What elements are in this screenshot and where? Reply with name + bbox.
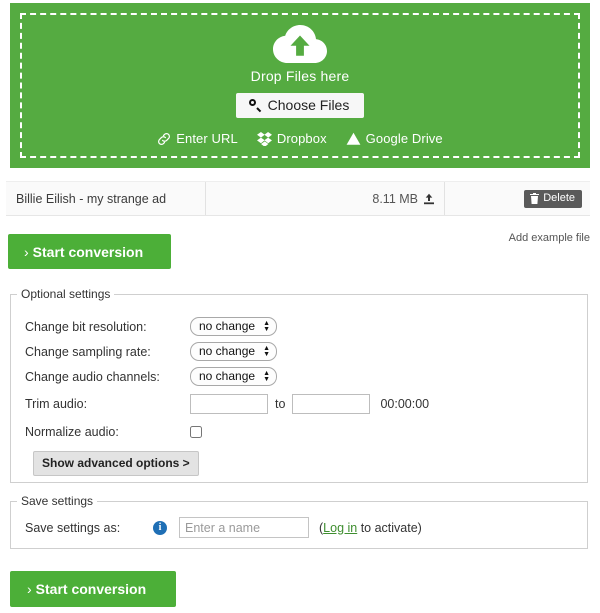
start-conversion-label-top: Start conversion <box>33 244 143 260</box>
file-size-cell: 8.11 MB <box>206 182 445 215</box>
dropbox-icon <box>257 132 272 146</box>
google-drive-link[interactable]: Google Drive <box>346 131 443 146</box>
start-conversion-label-bottom: Start conversion <box>36 581 146 597</box>
file-name-cell[interactable]: Billie Eilish - my strange ad <box>6 182 206 215</box>
login-hint: (Log in to activate) <box>319 521 422 535</box>
delete-button[interactable]: Delete <box>524 190 582 208</box>
start-conversion-button-bottom[interactable]: ›Start conversion <box>10 571 176 607</box>
audio-channels-select[interactable]: no change <box>190 367 277 386</box>
login-hint-suffix: to activate) <box>357 521 422 535</box>
choose-files-button[interactable]: Choose Files <box>236 93 365 118</box>
info-icon[interactable]: i <box>153 521 167 535</box>
trim-duration-value: 00:00:00 <box>380 397 429 411</box>
start-conversion-button-top[interactable]: ›Start conversion <box>8 234 171 269</box>
save-settings-panel: Save settings Save settings as: i (Log i… <box>10 494 588 549</box>
show-advanced-options-button[interactable]: Show advanced options > <box>33 451 199 476</box>
file-name: Billie Eilish - my strange ad <box>16 192 166 206</box>
bit-resolution-select[interactable]: no change <box>190 317 277 336</box>
source-links-group: Enter URL Dropbox Google Drive <box>157 131 443 146</box>
trash-icon <box>530 193 539 204</box>
bit-resolution-label: Change bit resolution: <box>25 320 190 334</box>
chevron-right-icon: › <box>27 581 32 597</box>
trim-audio-row: Trim audio: to 00:00:00 <box>25 389 587 419</box>
trim-to-label: to <box>275 397 285 411</box>
link-icon <box>157 132 171 146</box>
trim-end-input[interactable] <box>292 394 370 414</box>
normalize-audio-label: Normalize audio: <box>25 425 190 439</box>
dropbox-label: Dropbox <box>277 131 327 146</box>
normalize-audio-row: Normalize audio: <box>25 419 587 445</box>
optional-settings-panel: Optional settings Change bit resolution:… <box>10 287 588 483</box>
sampling-rate-select[interactable]: no change <box>190 342 277 361</box>
bit-resolution-row: Change bit resolution: no change ▲▼ <box>25 314 587 339</box>
upload-icon <box>423 193 435 205</box>
drop-files-label: Drop Files here <box>251 68 350 84</box>
dropbox-link[interactable]: Dropbox <box>257 131 327 146</box>
sampling-rate-label: Change sampling rate: <box>25 345 190 359</box>
google-drive-label: Google Drive <box>366 131 443 146</box>
chevron-right-icon: › <box>24 244 29 260</box>
file-dropzone[interactable]: Drop Files here Choose Files Enter URL D… <box>10 3 590 168</box>
audio-channels-label: Change audio channels: <box>25 370 190 384</box>
audio-channels-row: Change audio channels: no change ▲▼ <box>25 364 587 389</box>
dropzone-dashed-border[interactable]: Drop Files here Choose Files Enter URL D… <box>20 13 580 158</box>
optional-settings-legend: Optional settings <box>17 287 114 301</box>
normalize-audio-checkbox[interactable] <box>190 426 202 438</box>
choose-files-label: Choose Files <box>268 98 350 112</box>
google-drive-icon <box>346 132 361 146</box>
file-row: Billie Eilish - my strange ad 8.11 MB De… <box>6 181 590 216</box>
trim-start-input[interactable] <box>190 394 268 414</box>
sampling-rate-row: Change sampling rate: no change ▲▼ <box>25 339 587 364</box>
audio-channels-select-wrap[interactable]: no change ▲▼ <box>190 367 277 386</box>
login-link[interactable]: Log in <box>323 521 357 535</box>
save-settings-legend: Save settings <box>17 494 97 508</box>
bit-resolution-select-wrap[interactable]: no change ▲▼ <box>190 317 277 336</box>
sampling-rate-select-wrap[interactable]: no change ▲▼ <box>190 342 277 361</box>
add-example-file-link[interactable]: Add example file <box>509 232 590 244</box>
optional-settings-rows: Change bit resolution: no change ▲▼ Chan… <box>11 301 587 476</box>
save-settings-row: Save settings as: i (Log in to activate) <box>11 508 587 538</box>
delete-label: Delete <box>543 193 575 204</box>
save-name-input[interactable] <box>179 517 309 538</box>
save-settings-label: Save settings as: <box>25 521 153 535</box>
file-size: 8.11 MB <box>372 192 418 206</box>
search-icon <box>249 99 262 112</box>
file-actions-cell: Delete <box>445 182 590 215</box>
enter-url-link[interactable]: Enter URL <box>157 131 238 146</box>
enter-url-label: Enter URL <box>176 131 238 146</box>
trim-audio-label: Trim audio: <box>25 397 190 411</box>
cloud-upload-icon <box>271 25 329 65</box>
